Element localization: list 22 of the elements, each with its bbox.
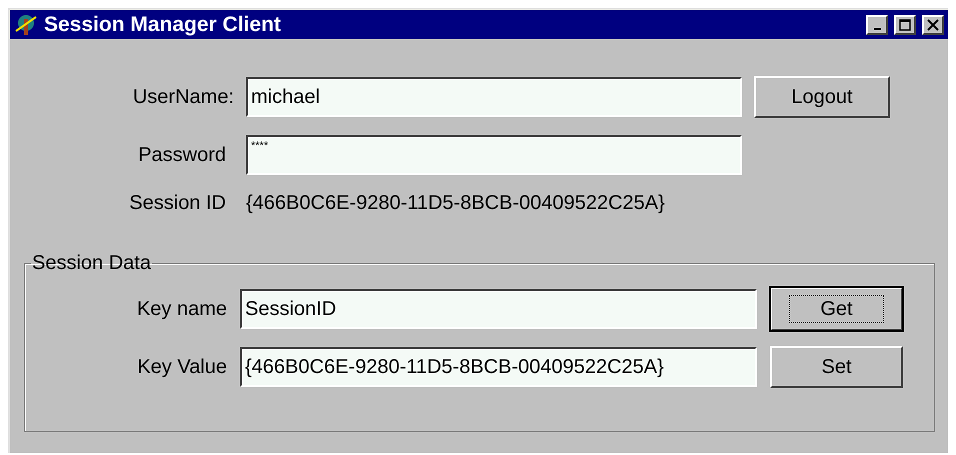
logout-button[interactable]: Logout: [754, 76, 890, 118]
session-id-value: {466B0C6E-9280-11D5-8BCB-00409522C25A}: [246, 192, 666, 215]
app-icon: [14, 12, 38, 36]
group-title: Session Data: [31, 252, 152, 275]
close-icon: [927, 18, 939, 30]
key-button[interactable]: Get: [770, 287, 903, 331]
maximize-icon: [899, 18, 911, 30]
field-label: Password: [138, 144, 227, 166]
password-field[interactable]: ****: [246, 135, 742, 175]
field-label: Key name: [136, 298, 227, 320]
field-label: Key Value: [137, 356, 227, 378]
window-title: Session Manager Client: [44, 12, 282, 36]
field-label: UserName:: [132, 86, 234, 108]
key-field[interactable]: SessionID: [240, 289, 757, 329]
key-button[interactable]: Set: [770, 346, 903, 388]
minimize-button[interactable]: [866, 14, 888, 34]
maximize-button[interactable]: [894, 14, 916, 34]
close-button[interactable]: [922, 14, 944, 34]
field-label: Session ID: [129, 192, 227, 215]
key-field[interactable]: {466B0C6E-9280-11D5-8BCB-00409522C25A}: [240, 347, 757, 387]
minimize-icon: [874, 28, 880, 30]
username-field[interactable]: michael: [246, 77, 742, 117]
